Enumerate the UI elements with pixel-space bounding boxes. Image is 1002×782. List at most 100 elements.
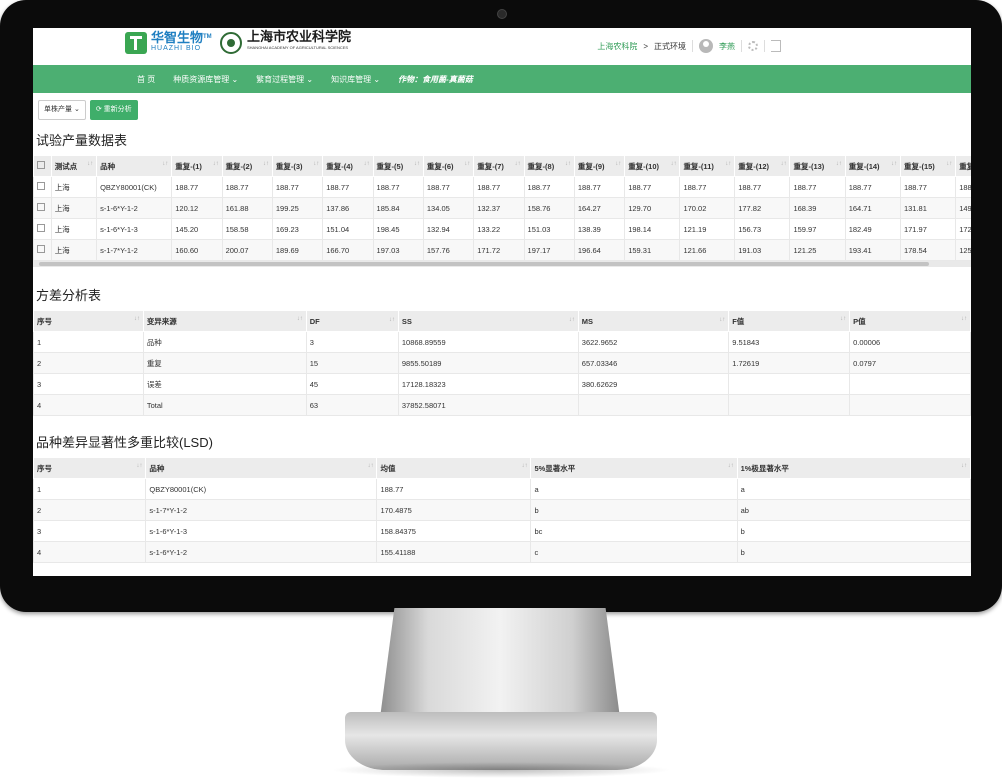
table-cell: 158.84375 — [376, 520, 532, 542]
reanalyze-button[interactable]: ⟳ 重新分析 — [89, 100, 138, 120]
row-select-cell[interactable] — [33, 239, 52, 261]
column-header[interactable]: MS ↓↑ — [577, 310, 730, 332]
column-header[interactable]: 重复-(5) ↓↑ — [372, 155, 424, 177]
sort-icon[interactable]: ↓↑ — [836, 161, 842, 167]
sort-icon[interactable]: ↓↑ — [464, 161, 470, 167]
column-header[interactable]: DF ↓↑ — [305, 310, 399, 332]
sort-icon[interactable]: ↓↑ — [134, 316, 140, 322]
row-select-cell[interactable] — [33, 197, 52, 219]
column-header[interactable]: 均值 ↓↑ — [376, 457, 532, 479]
user-name[interactable]: 李燕 — [719, 41, 735, 52]
sort-icon[interactable]: ↓↑ — [565, 161, 571, 167]
sort-icon[interactable]: ↓↑ — [263, 161, 269, 167]
sort-icon[interactable]: ↓↑ — [87, 161, 93, 167]
sort-icon[interactable]: ↓↑ — [162, 161, 168, 167]
sort-icon[interactable]: ↓↑ — [313, 161, 319, 167]
table-cell: 657.03346 — [577, 352, 730, 374]
sort-icon[interactable]: ↓↑ — [728, 463, 734, 469]
sort-icon[interactable]: ↓↑ — [213, 161, 219, 167]
column-header[interactable]: SS ↓↑ — [397, 310, 579, 332]
table-cell: s-1-6*Y-1-2 — [96, 197, 173, 219]
gear-icon[interactable] — [748, 41, 758, 51]
user-avatar-icon[interactable] — [699, 39, 713, 53]
sort-icon[interactable]: ↓↑ — [891, 161, 897, 167]
column-header[interactable]: 重复-(2) ↓↑ — [221, 155, 273, 177]
sort-icon[interactable]: ↓↑ — [961, 463, 967, 469]
nav-home[interactable]: 首 页 — [137, 74, 155, 85]
column-header[interactable]: 品种 ↓↑ — [96, 155, 173, 177]
horizontal-scrollbar[interactable] — [33, 261, 971, 267]
column-header[interactable]: 重复-(8) ↓↑ — [523, 155, 575, 177]
column-header[interactable]: 重复-(15) ↓↑ — [899, 155, 957, 177]
sort-icon[interactable]: ↓↑ — [615, 161, 621, 167]
table-cell: 169.23 — [271, 218, 324, 240]
table-row[interactable]: 上海 s-1-6*Y-1-3 145.20 158.58 169.23 151.04 198… — [33, 218, 971, 240]
column-header[interactable]: 重复-(13) ↓↑ — [789, 155, 846, 177]
table-row[interactable]: 上海 s-1-6*Y-1-2 120.12 161.88 199.25 137.86 185… — [33, 197, 971, 219]
logo2-cn: 上海市农业科学院 — [247, 30, 352, 45]
nav-germplasm[interactable]: 种质资源库管理 ⌄ — [173, 74, 238, 85]
table-row[interactable]: 上海 QBZY80001(CK) 188.77 188.77 188.77 188.77 1… — [33, 176, 971, 198]
row-checkbox[interactable] — [37, 245, 45, 253]
logout-icon[interactable] — [771, 40, 781, 52]
select-all-header[interactable] — [33, 155, 52, 177]
column-header-label: 变异来源 — [146, 316, 177, 326]
sort-icon[interactable]: ↓↑ — [719, 317, 725, 323]
huazhi-logo[interactable]: 华智生物TM HUAZHI BIO — [125, 31, 212, 54]
sort-icon[interactable]: ↓↑ — [521, 463, 527, 469]
column-header[interactable]: 重复-(3) ↓↑ — [271, 155, 324, 177]
sort-icon[interactable]: ↓↑ — [389, 317, 395, 323]
nav-breeding[interactable]: 繁育过程管理 ⌄ — [256, 74, 313, 85]
column-header[interactable]: 测试点 ↓↑ — [50, 155, 98, 177]
table-cell: a — [736, 478, 971, 500]
sort-icon[interactable]: ↓↑ — [961, 316, 967, 322]
row-checkbox[interactable] — [37, 203, 45, 211]
scroll-thumb[interactable] — [39, 262, 929, 266]
column-header[interactable]: 重复-(14) ↓↑ — [844, 155, 901, 177]
table-cell: 188. — [955, 176, 971, 198]
table-cell: 63 — [305, 394, 399, 416]
row-select-cell[interactable] — [33, 176, 52, 198]
row-select-cell[interactable] — [33, 218, 52, 240]
column-header[interactable]: 重复-(4) ↓↑ — [322, 155, 374, 177]
divider — [764, 40, 765, 52]
nav-knowledge[interactable]: 知识库管理 ⌄ — [331, 74, 380, 85]
column-header-label: DF — [309, 316, 320, 326]
sort-icon[interactable]: ↓↑ — [515, 161, 521, 167]
column-header[interactable]: 重复-(12) ↓↑ — [734, 155, 791, 177]
column-header[interactable]: 5%显著水平 ↓↑ — [530, 457, 738, 479]
table-row[interactable]: 上海 s-1-7*Y-1-2 160.60 200.07 189.69 166.70 197… — [33, 239, 971, 261]
row-checkbox[interactable] — [37, 182, 45, 190]
column-header[interactable]: 序号 ↓↑ — [33, 310, 144, 332]
column-header[interactable]: 重复-(11) ↓↑ — [679, 155, 736, 177]
sort-icon[interactable]: ↓↑ — [725, 161, 731, 167]
column-header[interactable]: 1%极显著水平 ↓↑ — [736, 457, 971, 479]
column-header[interactable]: 重复-(10) ↓↑ — [624, 155, 681, 177]
sort-icon[interactable]: ↓↑ — [297, 316, 303, 322]
column-header[interactable]: F值 ↓↑ — [728, 310, 851, 332]
column-header[interactable]: P值 ↓↑ — [849, 310, 971, 332]
table-cell: 误差 — [142, 373, 307, 395]
sort-icon[interactable]: ↓↑ — [367, 463, 373, 469]
sort-icon[interactable]: ↓↑ — [670, 161, 676, 167]
column-header[interactable]: 重复-(9) ↓↑ — [573, 155, 626, 177]
sort-icon[interactable]: ↓↑ — [946, 161, 952, 167]
table-row: 4 Total 63 37852.58071 — [33, 394, 971, 416]
sort-icon[interactable]: ↓↑ — [136, 463, 142, 469]
sort-icon[interactable]: ↓↑ — [414, 161, 420, 167]
column-header[interactable]: 重复-(6) ↓↑ — [422, 155, 475, 177]
sort-icon[interactable]: ↓↑ — [780, 161, 786, 167]
sort-icon[interactable]: ↓↑ — [840, 316, 846, 322]
sort-icon[interactable]: ↓↑ — [364, 161, 370, 167]
select-all-checkbox[interactable] — [37, 161, 45, 169]
sort-icon[interactable]: ↓↑ — [569, 317, 575, 323]
column-header[interactable]: 变异来源 ↓↑ — [142, 310, 307, 332]
column-header[interactable]: 重复↓↑ — [955, 155, 971, 177]
column-header[interactable]: 序号 ↓↑ — [33, 457, 147, 479]
column-header[interactable]: 重复-(7) ↓↑ — [473, 155, 525, 177]
org-link[interactable]: 上海农科院 — [597, 41, 637, 52]
row-checkbox[interactable] — [37, 224, 45, 232]
column-header[interactable]: 品种 ↓↑ — [145, 457, 378, 479]
trait-select[interactable]: 单株产量 ⌄ — [38, 100, 86, 120]
column-header[interactable]: 重复-(1) ↓↑ — [171, 155, 223, 177]
